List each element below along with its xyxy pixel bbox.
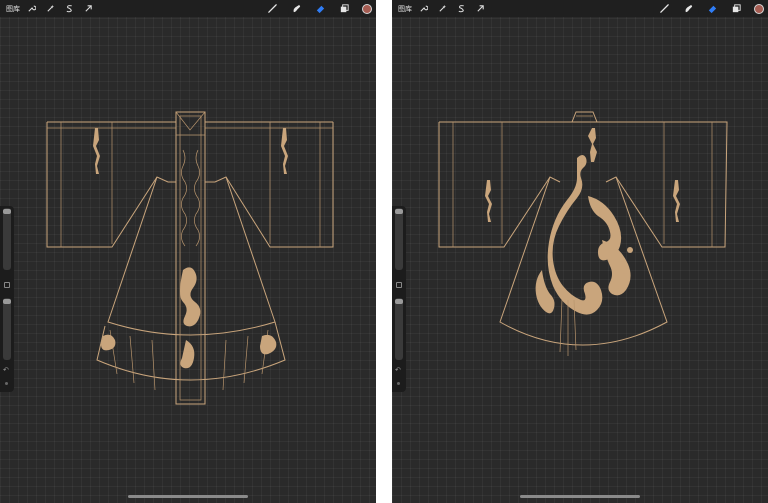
side-slider-bar: ↶: [392, 206, 406, 392]
undo-icon[interactable]: ↶: [3, 366, 9, 374]
opacity-thumb[interactable]: [395, 299, 403, 304]
brush-size-slider[interactable]: [395, 208, 403, 270]
hanfu-back-outline: [438, 111, 728, 356]
brush-size-slider[interactable]: [3, 208, 11, 270]
opacity-slider[interactable]: [395, 298, 403, 360]
modify-button[interactable]: [4, 282, 10, 288]
procreate-canvas-front[interactable]: 图库 ↶: [0, 0, 376, 503]
hanfu-front-outline: [46, 111, 334, 405]
brush-size-thumb[interactable]: [395, 209, 403, 214]
modify-button[interactable]: [396, 282, 402, 288]
brush-size-thumb[interactable]: [3, 209, 11, 214]
side-slider-bar: ↶: [0, 206, 14, 392]
home-indicator: [520, 495, 640, 498]
procreate-canvas-back[interactable]: 图库 ↶: [392, 0, 768, 503]
opacity-slider[interactable]: [3, 298, 11, 360]
undo-icon[interactable]: ↶: [395, 366, 401, 374]
opacity-thumb[interactable]: [3, 299, 11, 304]
redo-icon[interactable]: [397, 382, 400, 385]
home-indicator: [128, 495, 248, 498]
redo-icon[interactable]: [5, 382, 8, 385]
